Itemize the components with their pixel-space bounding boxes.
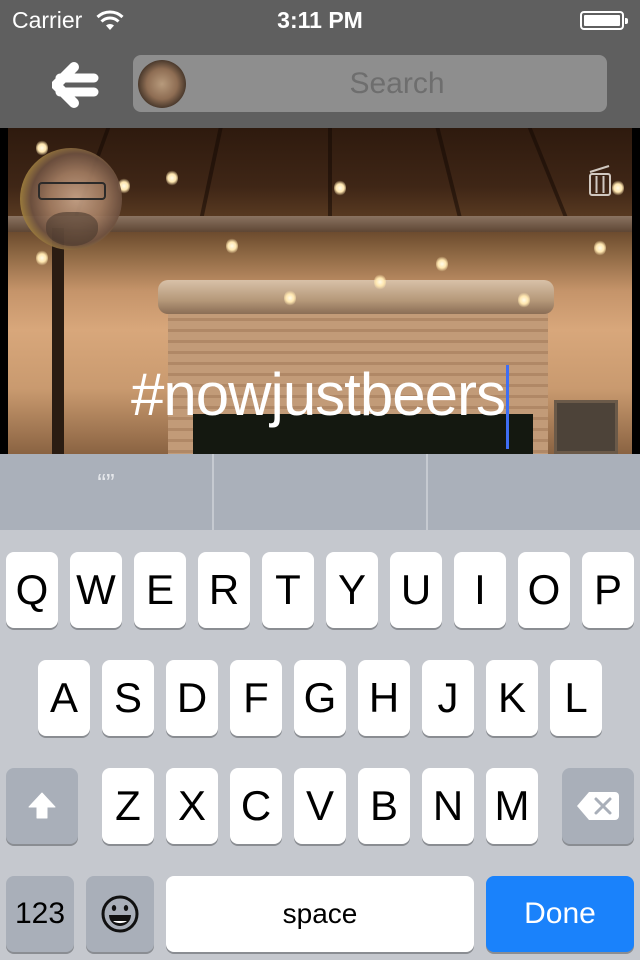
battery-icon — [580, 11, 628, 30]
key-v[interactable]: V — [294, 768, 346, 844]
key-s[interactable]: S — [102, 660, 154, 736]
key-b[interactable]: B — [358, 768, 410, 844]
key-x[interactable]: X — [166, 768, 218, 844]
suggestion-bar: “” — [0, 454, 640, 530]
avatar-glasses — [38, 182, 106, 200]
caption-editor[interactable]: #nowjustbeers — [8, 360, 632, 449]
suggestion-item[interactable]: “” — [0, 454, 212, 530]
top-chrome: Carrier 3:11 PM — [0, 0, 640, 128]
emoji-icon — [101, 895, 139, 933]
key-r[interactable]: R — [198, 552, 250, 628]
post-photo: #nowjustbeers — [8, 128, 632, 454]
emoji-key[interactable] — [86, 876, 154, 952]
back-arrow-icon — [51, 62, 99, 108]
key-n[interactable]: N — [422, 768, 474, 844]
key-f[interactable]: F — [230, 660, 282, 736]
key-g[interactable]: G — [294, 660, 346, 736]
ceiling-beam — [328, 128, 332, 228]
key-w[interactable]: W — [70, 552, 122, 628]
delete-key[interactable] — [562, 768, 634, 844]
key-t[interactable]: T — [262, 552, 314, 628]
ceiling-beam — [435, 128, 465, 228]
shift-icon — [28, 792, 56, 819]
ceiling-beam — [527, 128, 573, 228]
key-y[interactable]: Y — [326, 552, 378, 628]
battery-fill — [584, 15, 620, 26]
search-field[interactable] — [133, 55, 607, 112]
battery-nub — [625, 18, 628, 24]
key-o[interactable]: O — [518, 552, 570, 628]
shift-key[interactable] — [6, 768, 78, 844]
garage-door-roll — [158, 280, 554, 314]
key-q[interactable]: Q — [6, 552, 58, 628]
key-p[interactable]: P — [582, 552, 634, 628]
profile-avatar[interactable] — [20, 148, 122, 250]
search-input[interactable] — [193, 55, 601, 112]
light-bulb — [166, 170, 178, 186]
done-key[interactable]: Done — [486, 876, 634, 952]
key-l[interactable]: L — [550, 660, 602, 736]
light-bulb — [226, 238, 238, 254]
space-key[interactable]: space — [166, 876, 474, 952]
key-a[interactable]: A — [38, 660, 90, 736]
key-i[interactable]: I — [454, 552, 506, 628]
key-u[interactable]: U — [390, 552, 442, 628]
light-bulb — [612, 180, 624, 196]
delete-icon — [577, 792, 619, 820]
delete-post-button[interactable] — [587, 163, 613, 197]
suggestion-item[interactable] — [426, 454, 640, 530]
key-m[interactable]: M — [486, 768, 538, 844]
key-h[interactable]: H — [358, 660, 410, 736]
light-bulb — [284, 290, 296, 306]
avatar-beard — [46, 212, 98, 246]
status-bar: Carrier 3:11 PM — [0, 0, 640, 40]
light-bulb — [36, 250, 48, 266]
clock: 3:11 PM — [277, 7, 363, 33]
light-bulb — [374, 274, 386, 290]
user-avatar[interactable] — [138, 60, 186, 108]
ceiling-beam — [197, 128, 223, 228]
keyboard: Q W E R T Y U I O P A S D F G H J K L Z … — [0, 530, 640, 960]
text-cursor — [505, 364, 509, 449]
numbers-key[interactable]: 123 — [6, 876, 74, 952]
back-button[interactable] — [51, 62, 104, 108]
light-bulb — [334, 180, 346, 196]
light-bulb — [594, 240, 606, 256]
caption-text[interactable]: #nowjustbeers — [131, 361, 506, 428]
light-bulb — [436, 256, 448, 272]
key-j[interactable]: J — [422, 660, 474, 736]
key-k[interactable]: K — [486, 660, 538, 736]
trash-icon — [589, 165, 611, 196]
suggestion-item[interactable] — [212, 454, 426, 530]
light-bulb — [518, 292, 530, 308]
key-z[interactable]: Z — [102, 768, 154, 844]
key-d[interactable]: D — [166, 660, 218, 736]
key-c[interactable]: C — [230, 768, 282, 844]
key-e[interactable]: E — [134, 552, 186, 628]
